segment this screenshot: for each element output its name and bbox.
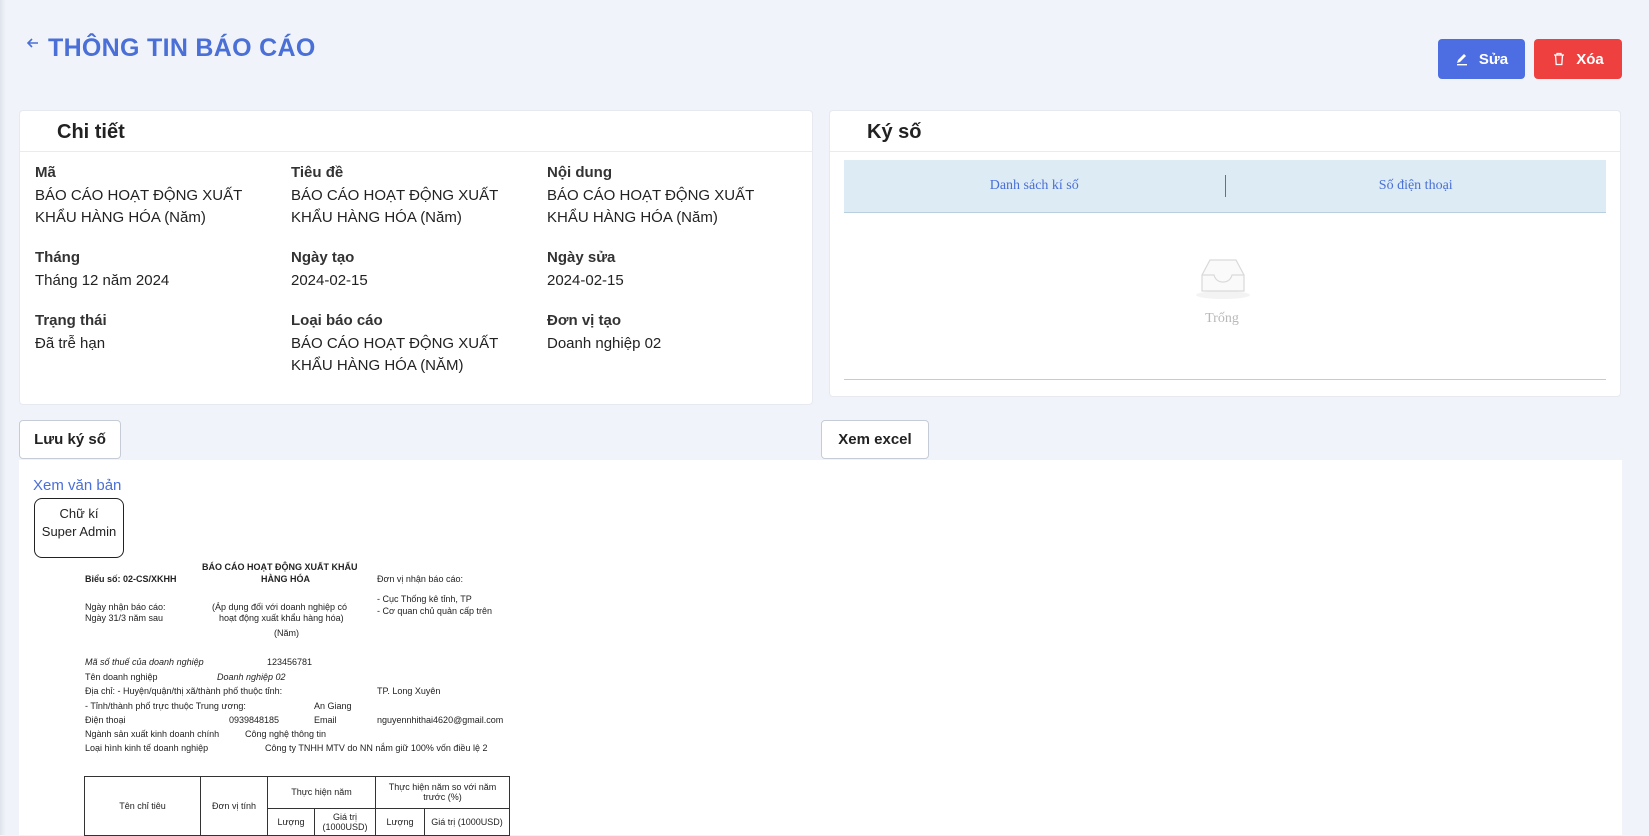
field-value: Doanh nghiệp 02 (547, 335, 662, 352)
details-card-title: Chi tiết (57, 121, 125, 143)
view-document-link[interactable]: Xem văn bản (33, 477, 121, 494)
pencil-icon (1456, 54, 1467, 66)
doc-province-label: - Tỉnh/thành phố trực thuộc Trung ương: (85, 701, 246, 711)
field-label: Tháng (35, 249, 80, 266)
table-sub-qty-compare: Lượng (375, 807, 425, 836)
field-value: Tháng 12 năm 2024 (35, 272, 170, 289)
field-value: BÁO CÁO HOẠT ĐỘNG XUẤT KHẨU HÀNG HÓA (Nă… (35, 187, 242, 226)
doc-tax-label: Mã số thuế của doanh nghiệp (85, 657, 204, 667)
divider (20, 151, 812, 152)
view-excel-button[interactable]: Xem excel (821, 420, 929, 459)
table-sub-value-line2: (1000USD) (322, 821, 368, 832)
field-value: Đã trễ hạn (35, 335, 106, 352)
doc-title-line2: HÀNG HÓA (261, 574, 310, 584)
table-sub-qty: Lượng (267, 807, 315, 836)
edit-button[interactable]: Sửa (1438, 39, 1525, 79)
table-sub-value-line1: Giá trị (332, 811, 357, 822)
doc-apply-line1: (Áp dụng đối với doanh nghiệp có (212, 602, 347, 612)
field-title: Tiêu đề BÁO CÁO HOẠT ĐỘNG XUẤT KHẨU HÀNG… (291, 164, 541, 229)
field-code: Mã BÁO CÁO HOẠT ĐỘNG XUẤT KHẨU HÀNG HÓA … (35, 164, 285, 229)
field-value: 2024-02-15 (291, 272, 368, 289)
doc-apply-line2: hoạt động xuất khẩu hàng hóa) (219, 613, 344, 623)
field-value: BÁO CÁO HOẠT ĐỘNG XUẤT KHẨU HÀNG HÓA (NĂ… (291, 335, 498, 374)
doc-recv-unit-label: Đơn vị nhận báo cáo: (377, 574, 463, 584)
field-status: Trạng thái Đã trễ hạn (35, 312, 285, 355)
doc-recv-date-label: Ngày nhận báo cáo: (85, 602, 166, 612)
doc-phone-label: Điện thoại (85, 715, 126, 725)
field-label: Mã (35, 164, 56, 181)
signature-line: Chữ kí (59, 506, 99, 521)
table-header-indicator: Tên chỉ tiêu (84, 776, 201, 836)
field-month: Tháng Tháng 12 năm 2024 (35, 249, 285, 292)
doc-industry-value: Công nghệ thông tin (245, 729, 327, 739)
field-content: Nội dung BÁO CÁO HOẠT ĐỘNG XUẤT KHẨU HÀN… (547, 164, 797, 229)
doc-tax-value: 123456781 (267, 657, 313, 667)
doc-recv-unit-1: - Cục Thống kê tỉnh, TP (377, 594, 472, 604)
doc-period: (Năm) (274, 628, 299, 638)
page-header: THÔNG TIN BÁO CÁO (26, 34, 316, 63)
signing-card: Ký số Danh sách kí số Số điện thoại Trốn… (829, 110, 1621, 397)
arrow-left-icon[interactable] (26, 34, 40, 55)
doc-type-label: Loại hình kinh tế doanh nghiệp (85, 743, 209, 753)
field-creator-unit: Đơn vị tạo Doanh nghiệp 02 (547, 312, 797, 355)
field-label: Tiêu đề (291, 164, 344, 181)
doc-type-value: Công ty TNHH MTV do NN nắm giữ 100% vốn … (265, 743, 488, 753)
doc-company-value: Doanh nghiệp 02 (217, 672, 286, 682)
details-card: Chi tiết Mã BÁO CÁO HOẠT ĐỘNG XUẤT KHẨU … (19, 110, 813, 405)
document-preview: Xem văn bản Chữ kí Super Admin Biểu số: … (19, 460, 1622, 836)
page-title: THÔNG TIN BÁO CÁO (48, 34, 316, 62)
empty-inbox-icon (1196, 259, 1250, 299)
doc-recv-unit-2: - Cơ quan chủ quản cấp trên (377, 606, 492, 616)
field-label: Ngày sửa (547, 249, 616, 266)
doc-recv-date-value: Ngày 31/3 năm sau (85, 613, 164, 623)
field-label: Nội dung (547, 164, 612, 181)
table-header-compare-line1: Thực hiện năm so với năm (388, 782, 497, 793)
save-signature-button[interactable]: Lưu ký số (19, 420, 121, 459)
field-created-date: Ngày tạo 2024-02-15 (291, 249, 541, 292)
column-header-sign-list[interactable]: Danh sách kí số (844, 178, 1225, 194)
doc-form-number: Biểu số: 02-CS/XKHH (85, 574, 177, 584)
field-modified-date: Ngày sửa 2024-02-15 (547, 249, 797, 292)
empty-text: Trống (1205, 311, 1239, 326)
field-label: Đơn vị tạo (547, 312, 622, 329)
table-header-compare-line2: trước (%) (423, 792, 462, 803)
field-label: Trạng thái (35, 312, 107, 329)
doc-email-value: nguyennhithai4620@gmail.com (377, 715, 504, 725)
divider (844, 379, 1606, 380)
doc-province-value: An Giang (314, 701, 352, 711)
field-value: BÁO CÁO HOẠT ĐỘNG XUẤT KHẨU HÀNG HÓA (Nă… (291, 187, 498, 226)
table-sub-value: Giá trị (1000USD) (314, 807, 376, 836)
signature-box[interactable]: Chữ kí Super Admin (34, 498, 124, 558)
doc-industry-label: Ngành sản xuất kinh doanh chính (85, 729, 220, 739)
doc-phone-value: 0939848185 (229, 715, 280, 725)
delete-button-label: Xóa (1576, 50, 1604, 68)
doc-company-label: Tên doanh nghiệp (85, 672, 158, 682)
field-label: Ngày tạo (291, 249, 355, 266)
column-header-phone[interactable]: Số điện thoại (1226, 178, 1607, 194)
doc-title-line1: BÁO CÁO HOẠT ĐỘNG XUẤT KHẨU (202, 562, 358, 572)
table-header-unit: Đơn vị tính (200, 776, 268, 836)
table-header-compare: Thực hiện năm so với năm trước (%) (375, 776, 510, 809)
divider (830, 151, 1620, 152)
signature-name: Super Admin (41, 524, 117, 539)
doc-email-label: Email (314, 715, 337, 725)
table-sub-value-compare: Giá trị (1000USD) (424, 807, 510, 836)
field-report-type: Loại báo cáo BÁO CÁO HOẠT ĐỘNG XUẤT KHẨU… (291, 312, 541, 377)
delete-button[interactable]: Xóa (1534, 39, 1622, 79)
trash-icon (1554, 52, 1565, 66)
field-value: 2024-02-15 (547, 272, 624, 289)
signing-table-header: Danh sách kí số Số điện thoại (844, 160, 1606, 213)
doc-address-label: Địa chỉ: - Huyện/quận/thị xã/thành phố t… (85, 686, 283, 696)
signing-card-title: Ký số (867, 121, 922, 143)
doc-address-value: TP. Long Xuyên (377, 686, 441, 696)
table-header-year: Thực hiện năm (267, 776, 376, 809)
left-edge-shadow (0, 0, 6, 835)
edit-button-label: Sửa (1478, 50, 1509, 68)
field-value: BÁO CÁO HOẠT ĐỘNG XUẤT KHẨU HÀNG HÓA (Nă… (547, 187, 754, 226)
field-label: Loại báo cáo (291, 312, 383, 329)
doc-data-table: Tên chỉ tiêu Đơn vị tính Thực hiện năm T… (84, 776, 510, 836)
